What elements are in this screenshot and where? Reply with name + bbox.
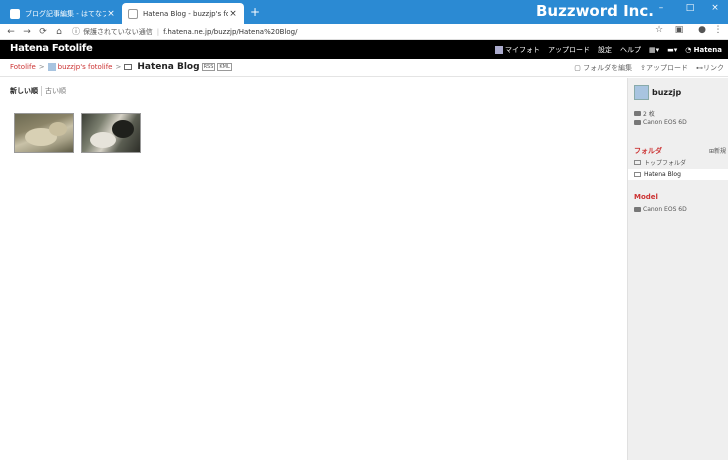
fotolife-logo[interactable]: Hatena Fotolife [10,43,93,54]
user-avatar-icon [47,63,56,71]
kml-badge[interactable]: KML [217,63,232,71]
brand-overlay: Buzzword Inc. [536,2,654,20]
apps-grid-icon[interactable]: ▦▾ [649,46,659,54]
edit-folder-link[interactable]: ▢ フォルダを編集 [574,63,632,73]
tab-fotolife[interactable]: Hatena Blog - buzzjp's fotolife × [122,3,244,24]
camera-icon [634,207,641,212]
photos-icon [634,111,641,116]
upload-action-link[interactable]: ⇪アップロード [640,63,688,73]
url-bar[interactable]: ⓘ 保護されていない通信 | f.hatena.ne.jp/buzzjp/Hat… [72,25,650,38]
sort-oldest[interactable]: 古い順 [41,86,66,96]
back-icon[interactable]: ← [3,27,19,37]
new-tab-button[interactable]: + [250,6,260,18]
url-separator: | [156,27,160,36]
myfoto-icon [494,45,503,54]
sort-newest[interactable]: 新しい順 [10,86,38,96]
sidebar-username[interactable]: buzzjp [652,88,681,97]
breadcrumb-separator: > [115,63,122,71]
sheep-shape [49,122,67,136]
person-shape [112,120,134,138]
edit-icon: ▢ [574,64,584,72]
home-icon[interactable]: ⌂ [51,27,67,37]
tab-blog-edit[interactable]: ブログ記事編集 - はてなブログ × [4,3,122,24]
breadcrumb-separator: > [38,63,45,71]
new-folder-link[interactable]: ⊞新規 [709,146,726,155]
sidebar-folder-hatena-blog[interactable]: Hatena Blog [628,169,728,180]
sort-options: 新しい順 古い順 [10,86,66,96]
tab-label: ブログ記事編集 - はてなブログ [25,9,106,18]
url-text[interactable]: f.hatena.ne.jp/buzzjp/Hatena%20Blog/ [163,28,297,36]
sidebar-folder-top[interactable]: トップフォルダ [628,157,728,168]
goat-shape [90,132,116,148]
upload-link[interactable]: アップロード [548,45,590,55]
notification-icon[interactable]: ▬▾ [667,46,677,54]
settings-link[interactable]: 設定 [598,45,612,55]
folder-icon [634,160,641,165]
menu-icon[interactable]: ⋮ [711,25,725,35]
sidebar-model-item[interactable]: Canon EOS 6D [634,206,687,213]
close-window-button[interactable]: × [704,3,726,13]
profile-icon[interactable]: ● [695,25,709,35]
folder-actions: ▢ フォルダを編集 ⇪アップロード ⊷リンク [566,63,724,73]
tab-close-icon[interactable]: × [106,9,116,19]
link-action-link[interactable]: ⊷リンク [696,63,724,73]
fotolife-header: Hatena Fotolife マイフォト アップロード 設定 ヘルプ ▦▾ ▬… [0,40,728,59]
help-link[interactable]: ヘルプ [620,45,641,55]
breadcrumb-root-link[interactable]: Fotolife [10,63,36,71]
page-favicon-icon [128,8,138,19]
page-title: Hatena Blog [137,62,200,72]
browser-titlebar: ブログ記事編集 - はてなブログ × Hatena Blog - buzzjp'… [0,0,728,24]
maximize-button[interactable]: □ [679,3,701,13]
breadcrumb-bar: Fotolife > buzzjp's fotolife > Hatena Bl… [0,59,728,77]
security-label: 保護されていない通信 [83,27,153,36]
reload-icon[interactable]: ⟳ [35,27,51,37]
tab-close-icon[interactable]: × [228,9,238,19]
hatena-account-link[interactable]: ◔ Hatena [685,46,722,54]
model-heading: Model [634,193,658,201]
link-icon: ⊷ [696,64,703,72]
rss-badge[interactable]: RSS [201,63,216,71]
photo-thumbnail-goat[interactable] [81,113,141,153]
info-icon[interactable]: ⓘ [72,26,80,37]
breadcrumb-user-link[interactable]: buzzjp's fotolife [58,63,113,71]
camera-icon [634,120,641,125]
extension-icon[interactable]: ▣ [672,25,686,35]
breadcrumb: Fotolife > buzzjp's fotolife > Hatena Bl… [10,62,232,72]
address-toolbar: ← → ⟳ ⌂ ⓘ 保護されていない通信 | f.hatena.ne.jp/bu… [0,24,728,40]
tab-label: Hatena Blog - buzzjp's fotolife [143,9,228,18]
user-avatar[interactable] [634,85,649,100]
folder-icon [124,64,133,70]
hatena-blog-favicon-icon [10,8,20,19]
sidebar-camera[interactable]: Canon EOS 6D [634,119,687,126]
forward-icon[interactable]: → [19,27,35,37]
folder-icon [634,172,641,177]
folders-heading: フォルダ [634,147,662,155]
star-icon[interactable]: ☆ [652,25,666,35]
minimize-button[interactable]: – [650,3,672,13]
hatena-icon: ◔ [685,45,692,54]
global-nav: マイフォト アップロード 設定 ヘルプ ▦▾ ▬▾ ◔ Hatena [487,40,722,59]
sidebar: buzzjp 2 枚 Canon EOS 6D フォルダ ⊞新規 トップフォルダ… [627,78,728,460]
photo-thumbnail-sheep[interactable] [14,113,74,153]
myfoto-link[interactable]: マイフォト [494,45,540,55]
photo-count: 2 枚 [634,109,655,118]
